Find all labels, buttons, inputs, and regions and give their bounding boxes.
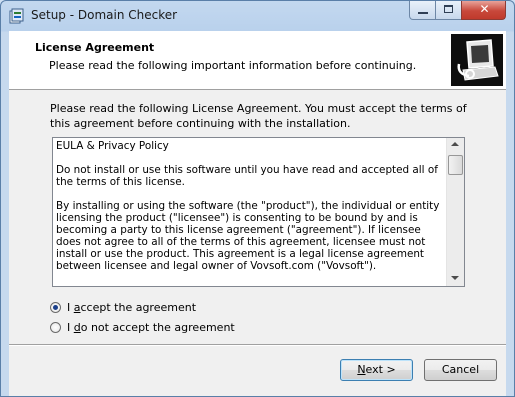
intro-text: Please read the following License Agreem… [50, 102, 467, 130]
decline-option[interactable]: I do not accept the agreement [50, 320, 235, 336]
setup-icon [9, 8, 24, 24]
page-title: License Agreement [35, 41, 155, 54]
minimize-button[interactable] [409, 1, 436, 20]
maximize-button[interactable] [435, 1, 462, 20]
accept-option[interactable]: I accept the agreement [50, 300, 210, 316]
decline-label[interactable]: I do not accept the agreement [67, 321, 235, 334]
window-title: Setup - Domain Checker [31, 8, 178, 22]
cancel-button[interactable]: Cancel [424, 359, 497, 381]
decline-label-prefix: I [67, 321, 74, 334]
close-button[interactable]: ✕ [461, 1, 506, 20]
license-scrollbar[interactable] [446, 138, 464, 286]
next-hotkey: N [357, 363, 366, 376]
next-label-rest: ext > [365, 363, 396, 376]
computer-icon [451, 34, 503, 86]
setup-window: Setup - Domain Checker ✕ License Agreeme… [0, 0, 515, 397]
accept-radio[interactable] [50, 302, 61, 313]
decline-label-hotkey: d [73, 321, 81, 334]
title-bar[interactable]: Setup - Domain Checker ✕ [1, 1, 514, 31]
decline-radio[interactable] [50, 322, 61, 333]
wizard-client-area: License Agreement Please read the follow… [9, 31, 506, 396]
minimize-icon [418, 12, 428, 14]
accept-label-rest: ccept the agreement [80, 301, 197, 314]
accept-label-hotkey: a [73, 301, 81, 314]
scroll-up-icon[interactable] [451, 142, 459, 146]
accept-label[interactable]: I accept the agreement [67, 301, 196, 314]
wizard-header: License Agreement Please read the follow… [9, 31, 506, 90]
license-text: EULA & Privacy Policy Do not install or … [56, 140, 440, 272]
decline-label-rest: o not accept the agreement [80, 321, 235, 334]
button-separator [9, 344, 506, 346]
close-icon: ✕ [479, 2, 490, 16]
scroll-down-icon[interactable] [451, 276, 459, 280]
scroll-thumb[interactable] [448, 155, 463, 175]
license-memo[interactable]: EULA & Privacy Policy Do not install or … [52, 137, 465, 287]
radio-selected-dot [53, 305, 58, 310]
page-subtitle: Please read the following important info… [49, 59, 417, 72]
maximize-icon [444, 5, 453, 13]
next-button[interactable]: Next > [340, 359, 413, 381]
accept-label-prefix: I [67, 301, 74, 314]
